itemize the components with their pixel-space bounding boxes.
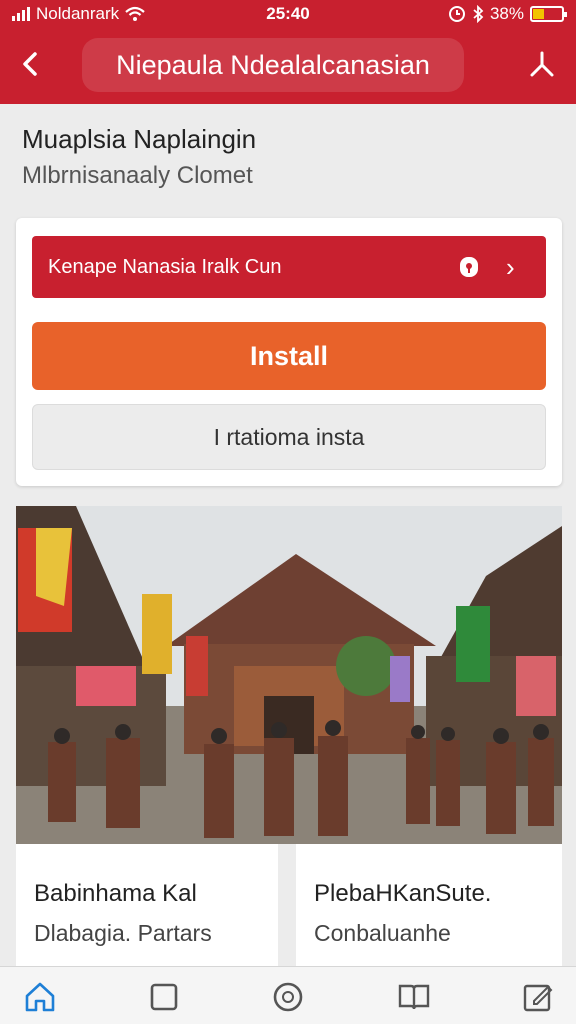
edit-icon[interactable]: [520, 979, 556, 1015]
chevron-right-icon: ›: [506, 252, 515, 282]
lock-icon: [460, 257, 478, 277]
install-button[interactable]: Install: [32, 322, 546, 390]
square-icon[interactable]: [146, 979, 182, 1015]
header-title-pill[interactable]: Niepaula Ndealalcanasian: [82, 38, 464, 92]
app-header: Noldanrark 25:40 38% Niepaula Ndealalcan…: [0, 0, 576, 104]
festival-photo: [16, 506, 562, 844]
hero-subtitle: Mlbrnisanaaly Clomet: [22, 162, 253, 189]
tile-2[interactable]: PlebaHKanSute. Conbaluanhe: [296, 844, 562, 968]
tile-1-subtitle: Dlabagia. Partars: [34, 920, 212, 946]
tile-1-title: Babinhama Kal: [34, 880, 197, 907]
secondary-install-button[interactable]: I rtatioma insta: [32, 404, 546, 470]
tab-bar: [0, 966, 576, 1024]
tile-2-subtitle: Conbaluanhe: [314, 920, 451, 946]
share-icon[interactable]: [524, 48, 560, 80]
action-card: Kenape Nanasia Iralk Cun › Install I rta…: [16, 218, 562, 486]
tile-2-title: PlebaHKanSute.: [314, 880, 492, 907]
alarm-icon: [448, 6, 465, 22]
hero-title: Muaplsia Naplaingin: [22, 124, 257, 154]
details-link-row[interactable]: Kenape Nanasia Iralk Cun ›: [32, 236, 546, 298]
circle-icon[interactable]: [270, 979, 306, 1015]
page-title: Niepaula Ndealalcanasian: [116, 50, 430, 80]
tile-1[interactable]: Babinhama Kal Dlabagia. Partars: [16, 844, 278, 968]
home-icon[interactable]: [22, 979, 58, 1015]
battery-icon: [530, 6, 567, 22]
book-icon[interactable]: [396, 979, 432, 1015]
status-bar: Noldanrark 25:40 38%: [0, 0, 576, 30]
back-arrow-icon[interactable]: [16, 48, 46, 80]
battery-percent: 38%: [489, 4, 524, 23]
details-link-label: Kenape Nanasia Iralk Cun: [48, 256, 282, 278]
bluetooth-icon: [473, 5, 484, 23]
